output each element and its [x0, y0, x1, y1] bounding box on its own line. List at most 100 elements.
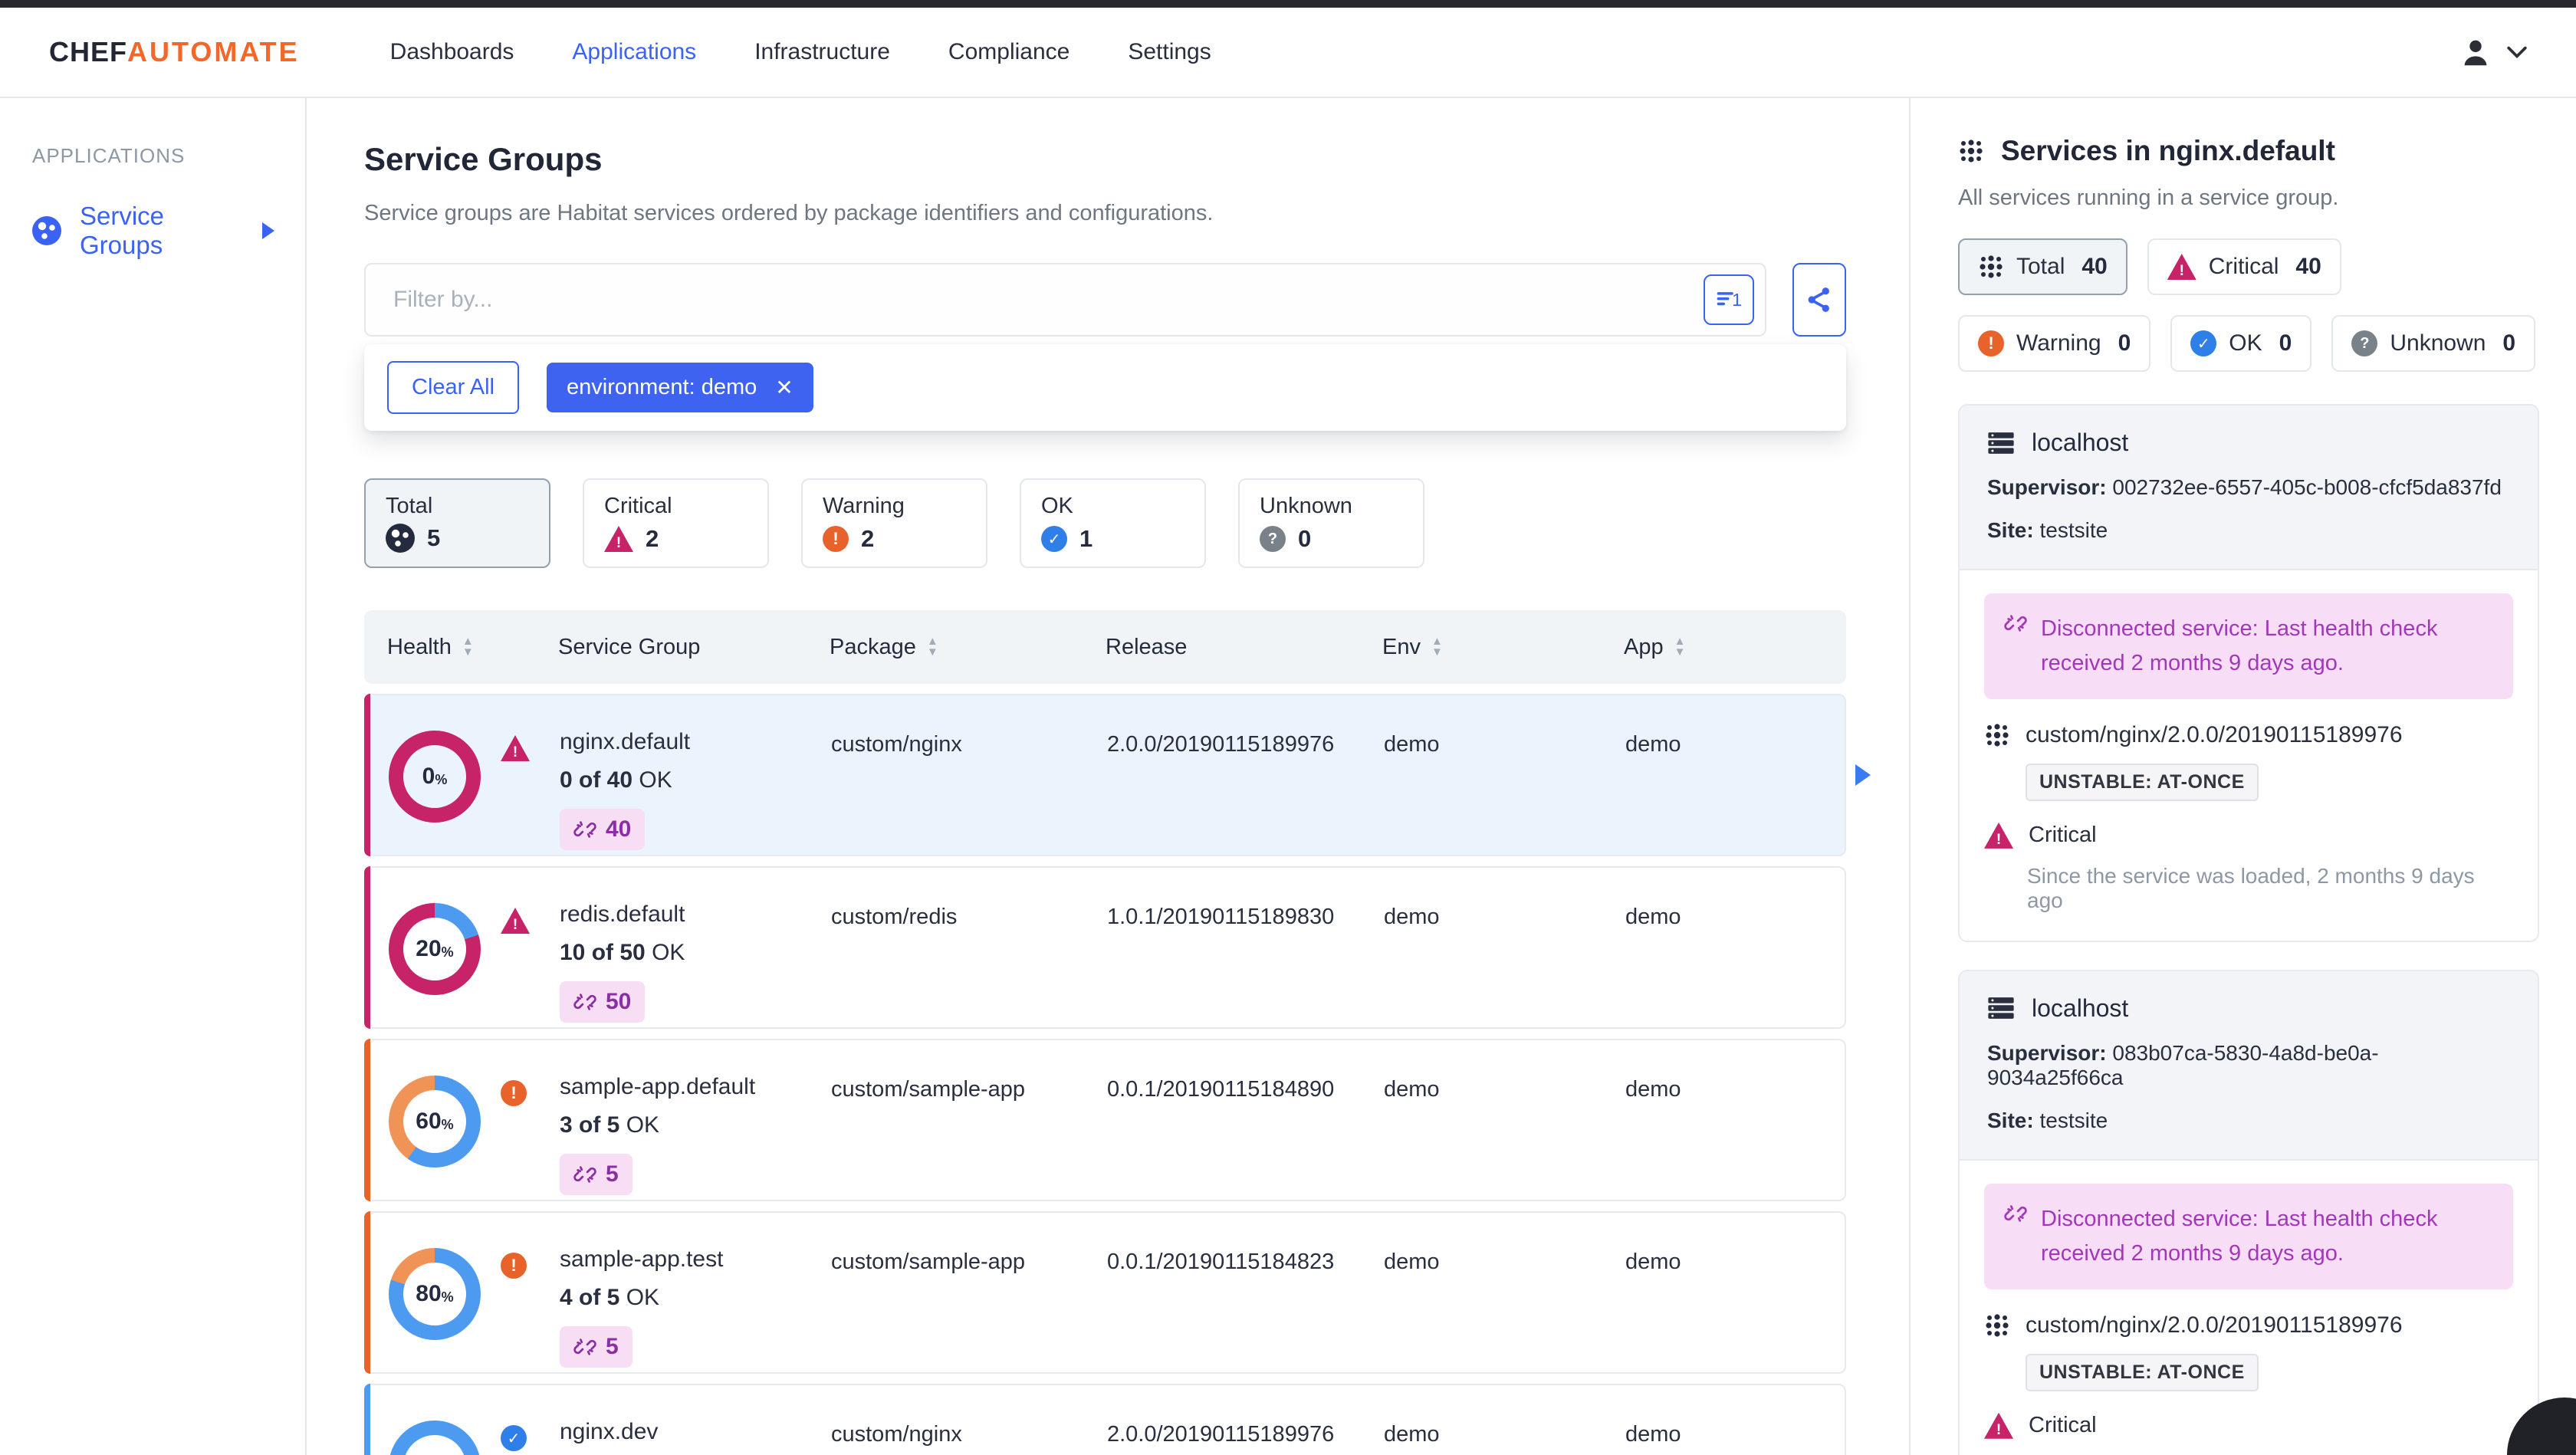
status-card-ok[interactable]: OK ✓ 1: [1020, 478, 1206, 568]
panel-chip-critical[interactable]: ! Critical 40: [2147, 238, 2341, 295]
disconnected-icon-holder: [573, 990, 596, 1013]
user-menu[interactable]: [2458, 34, 2527, 70]
status-card-unknown[interactable]: Unknown? 0: [1238, 478, 1424, 568]
clear-all-button[interactable]: Clear All: [387, 361, 519, 414]
disconnected-count: 5: [606, 1334, 619, 1359]
status-card-warning[interactable]: Warning! 2: [801, 478, 987, 568]
row-health-cell: 60% !: [389, 1040, 560, 1200]
row-app: demo: [1625, 905, 1681, 929]
column-header-package[interactable]: Package ▲ ▼: [830, 635, 1106, 660]
health-donut: 0%: [389, 731, 481, 823]
disconnected-count: 50: [606, 989, 632, 1014]
table-row[interactable]: 60% ! sample-app.default 3 of 5 OK 5 cus…: [364, 1039, 1846, 1201]
row-env: demo: [1384, 905, 1440, 929]
chevron-down-icon[interactable]: [2507, 45, 2527, 59]
service-group-name: nginx.default: [560, 729, 691, 754]
nav-tab-settings[interactable]: Settings: [1128, 39, 1211, 65]
sort-icon[interactable]: ▲ ▼: [927, 636, 938, 658]
panel-chip-label: Total: [2016, 254, 2065, 279]
health-status-row: ! Critical: [1984, 822, 2513, 849]
disconnected-icon-holder: [573, 818, 596, 841]
status-card-count: 0: [1298, 525, 1312, 552]
chef-automate-logo[interactable]: CHEF AUTOMATE: [49, 36, 300, 68]
row-package: custom/sample-app: [831, 1077, 1026, 1102]
status-card-count-row: ! 2: [604, 525, 748, 553]
nav-tab-infrastructure[interactable]: Infrastructure: [754, 39, 890, 65]
column-header-app[interactable]: App ▲ ▼: [1624, 635, 1846, 660]
row-service-group-cell: nginx.default 0 of 40 OK 40: [560, 695, 831, 855]
ok-icon: ✓: [501, 1425, 527, 1451]
remove-filter-icon[interactable]: ✕: [775, 375, 793, 400]
disconnected-badge: 40: [560, 809, 646, 850]
sort-icon[interactable]: ▲ ▼: [1674, 636, 1686, 658]
nav-tab-compliance[interactable]: Compliance: [948, 39, 1070, 65]
table-row[interactable]: 0% ! nginx.default 0 of 40 OK 40 custom/…: [364, 694, 1871, 856]
total-icon: [1978, 254, 2004, 280]
logo-automate: AUTOMATE: [127, 36, 300, 67]
service-group-name: nginx.dev: [560, 1419, 659, 1444]
panel-chip-ok[interactable]: ✓ OK 0: [2170, 315, 2312, 372]
filter-input[interactable]: [393, 287, 1704, 313]
row-service-group-cell: sample-app.test 4 of 5 OK 5: [560, 1213, 831, 1372]
nav-tab-applications[interactable]: Applications: [572, 39, 696, 65]
sidebar-item-service-groups[interactable]: Service Groups: [32, 202, 305, 260]
package-icon-holder: [1984, 722, 2010, 748]
site-value: testsite: [2039, 518, 2108, 542]
disconnected-icon: [573, 1166, 596, 1183]
health-percent: 60: [416, 1108, 442, 1134]
ok-count-bold: 10 of 50: [560, 940, 646, 965]
host-name: localhost: [2032, 994, 2129, 1022]
logo-chef: CHEF: [49, 36, 127, 67]
service-groups-icon: [32, 216, 61, 245]
service-group-name: redis.default: [560, 902, 685, 927]
health-percent: 20: [416, 936, 442, 961]
row-service-group-cell: redis.default 10 of 50 OK 50: [560, 868, 831, 1027]
panel-chip-label: Warning: [2016, 330, 2101, 356]
panel-chip-unknown[interactable]: ? Unknown 0: [2331, 315, 2536, 372]
sort-icon[interactable]: ▲ ▼: [462, 636, 474, 658]
health-status-row: ! Critical: [1984, 1412, 2513, 1439]
status-card-total[interactable]: Total 5: [364, 478, 550, 568]
filter-count: 1: [1732, 290, 1742, 310]
column-label: App: [1624, 634, 1664, 659]
service-card-body: Disconnected service: Last health check …: [1960, 1158, 2538, 1455]
column-header-env[interactable]: Env ▲ ▼: [1382, 635, 1624, 660]
filter-toggle-button[interactable]: 1: [1704, 274, 1754, 325]
service-card-header: localhost Supervisor: 002732ee-6557-405c…: [1960, 406, 2538, 569]
service-card[interactable]: localhost Supervisor: 002732ee-6557-405c…: [1958, 404, 2539, 942]
status-card-count: 2: [861, 525, 875, 552]
user-avatar-icon[interactable]: [2458, 34, 2493, 70]
status-card-critical[interactable]: Critical! 2: [583, 478, 769, 568]
filter-search-box[interactable]: 1: [364, 263, 1766, 337]
percent-sign: %: [441, 1116, 454, 1132]
nav-tab-dashboards[interactable]: Dashboards: [390, 39, 514, 65]
since-loaded-text: Since the service was loaded, 2 months 9…: [2027, 863, 2475, 912]
sidebar-expand-caret-icon[interactable]: [262, 222, 274, 239]
column-label: Env: [1382, 634, 1421, 659]
ok-suffix: OK: [626, 1285, 660, 1310]
row-health-cell: 0% !: [389, 695, 560, 855]
table-row[interactable]: 80% ! sample-app.test 4 of 5 OK 5 custom…: [364, 1211, 1846, 1374]
sort-icon[interactable]: ▲ ▼: [1431, 636, 1443, 658]
panel-chip-warning[interactable]: ! Warning 0: [1958, 315, 2151, 372]
status-card-label: Unknown: [1260, 494, 1352, 518]
share-button[interactable]: [1792, 263, 1846, 337]
row-env: demo: [1384, 1250, 1440, 1274]
site-label: Site:: [1987, 518, 2034, 542]
services-dots-icon: [1980, 255, 2003, 278]
ok-icon: ✓: [1041, 526, 1067, 552]
panel-chip-total[interactable]: Total 40: [1958, 238, 2128, 295]
health-icon-holder: ✓: [501, 1425, 527, 1455]
table-row[interactable]: 20% ! redis.default 10 of 50 OK 50 custo…: [364, 866, 1846, 1029]
ok-count-bold: 4 of 5: [560, 1285, 620, 1310]
table-row[interactable]: 100% ✓ nginx.dev 10 of 10 OK 10 custom/n…: [364, 1384, 1846, 1455]
service-card[interactable]: localhost Supervisor: 083b07ca-5830-4a8d…: [1958, 969, 2539, 1455]
column-header-health[interactable]: Health ▲ ▼: [387, 635, 558, 660]
disconnected-count: 40: [606, 816, 632, 842]
column-label: Service Group: [558, 634, 701, 659]
panel-chip-count: 0: [2279, 330, 2292, 356]
health-donut: 100%: [389, 1421, 481, 1455]
panel-title: Services in nginx.default: [2001, 135, 2335, 166]
row-health-cell: 100% ✓: [389, 1385, 560, 1455]
filter-chip-environment-demo[interactable]: environment: demo ✕: [547, 363, 813, 412]
